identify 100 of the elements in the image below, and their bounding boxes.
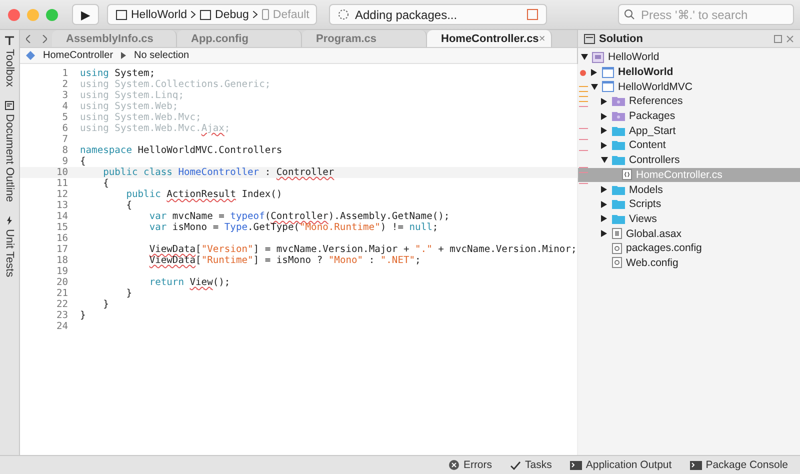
pad-button[interactable]: Errors xyxy=(449,459,492,471)
tree-item[interactable]: Packages xyxy=(578,108,800,124)
tree-item[interactable]: packages.config xyxy=(578,240,800,256)
code-line: { xyxy=(125,200,132,211)
code-line: var mvcName = typeof(Controller).Assembly.GetName(); xyxy=(148,211,450,222)
global-file-icon xyxy=(612,228,622,240)
line-number: 24 xyxy=(55,321,69,332)
pad-tab[interactable]: Unit Tests xyxy=(4,216,16,278)
code-line: using System; xyxy=(80,68,156,79)
tree-item[interactable]: Models xyxy=(578,182,800,197)
code-line: public ActionResult Index() xyxy=(125,189,282,200)
code-line: return View(); xyxy=(148,277,230,288)
tree-item[interactable]: Scripts xyxy=(578,196,800,212)
chevron-icon xyxy=(191,11,196,18)
code-line: { xyxy=(102,178,109,189)
folder-icon xyxy=(612,155,625,166)
tree-item[interactable]: Global.asax xyxy=(578,226,800,241)
class-icon xyxy=(26,51,35,60)
run-button[interactable]: ▶ xyxy=(72,4,99,25)
line-number: 8 xyxy=(61,145,69,156)
collapse-arrow-icon[interactable] xyxy=(590,84,598,90)
line-number: 15 xyxy=(55,222,69,233)
tree-item[interactable]: Controllers xyxy=(578,152,800,168)
folder-icon xyxy=(612,126,625,136)
code-line: { xyxy=(80,156,86,167)
line-number: 2 xyxy=(61,79,69,90)
tree-item[interactable]: Web.config xyxy=(578,256,800,270)
line-number: 14 xyxy=(55,211,69,222)
config-file-icon xyxy=(612,257,622,268)
pad-tab[interactable]: Toolbox xyxy=(4,36,16,87)
code-line: using System.Web.Mvc; xyxy=(80,112,202,123)
pad-button[interactable]: Application Output xyxy=(570,459,672,471)
configuration-selector[interactable]: HelloWorld Debug Default xyxy=(107,4,317,25)
window-icon xyxy=(116,10,127,20)
line-number: 20 xyxy=(55,277,69,288)
code-line: namespace HelloWorldMVC.Controllers xyxy=(80,145,282,156)
ruler-mark xyxy=(578,183,588,184)
dock-icon[interactable] xyxy=(774,34,782,42)
collapse-arrow-icon[interactable] xyxy=(600,157,608,164)
folder-icon xyxy=(612,184,625,195)
line-number: 23 xyxy=(55,310,69,321)
code-line: using System.Linq; xyxy=(80,90,184,101)
line-number: 1 xyxy=(61,68,69,79)
ruler-mark xyxy=(578,139,588,140)
tree-item[interactable]: Content xyxy=(578,138,800,153)
stop-icon[interactable] xyxy=(527,9,538,20)
line-number: 18 xyxy=(55,255,69,266)
collapse-arrow-icon[interactable] xyxy=(580,54,588,60)
line-number: 6 xyxy=(61,123,69,134)
line-number: 11 xyxy=(55,178,69,189)
project-icon xyxy=(602,66,614,78)
line-number: 16 xyxy=(55,233,69,244)
folder-icon xyxy=(612,96,625,106)
line-number: 21 xyxy=(55,288,69,299)
code-line: } xyxy=(80,310,86,321)
code-line: } xyxy=(125,288,132,299)
bolt-icon xyxy=(6,216,13,225)
terminal-icon xyxy=(570,460,582,470)
search-field[interactable]: Press '⌘.' to search xyxy=(618,4,794,25)
project-icon xyxy=(602,81,614,92)
line-number: 10 xyxy=(55,167,69,178)
folder-icon xyxy=(612,199,625,210)
line-number: 22 xyxy=(55,299,69,310)
line-number: 7 xyxy=(61,134,69,145)
file-tab[interactable]: HomeController.cs× xyxy=(427,30,552,47)
terminal-icon xyxy=(690,460,702,470)
panel-title: Solution xyxy=(599,32,643,44)
line-number: 19 xyxy=(55,266,69,277)
config-file-icon xyxy=(612,242,622,254)
line-number: 17 xyxy=(55,244,69,255)
tree-item[interactable]: HelloWorldMVC xyxy=(578,79,800,94)
expand-arrow-icon[interactable] xyxy=(590,68,598,76)
tree-item[interactable]: References xyxy=(578,94,800,109)
code-line: var isMono = Type.GetType("Mono.Runtime") != null; xyxy=(148,222,438,233)
solution-pad-icon xyxy=(584,34,595,44)
pad-button[interactable]: Tasks xyxy=(510,459,552,471)
pad-button[interactable]: Package Console xyxy=(690,459,788,471)
ruler-mark xyxy=(578,150,588,151)
line-number: 5 xyxy=(61,112,69,123)
tree-item[interactable]: App_Start xyxy=(578,123,800,138)
status-text: Adding packages... xyxy=(355,8,458,22)
pad-tab[interactable]: Document Outline xyxy=(4,100,16,202)
close-icon[interactable] xyxy=(786,34,794,42)
error-icon xyxy=(449,460,460,470)
tree-item[interactable]: Views xyxy=(578,212,800,226)
tree-item[interactable]: HelloWorld xyxy=(578,50,800,65)
chevron-icon xyxy=(252,11,258,18)
line-number: 3 xyxy=(61,90,69,101)
check-icon xyxy=(510,460,522,470)
code-line: public class HomeController : Controller xyxy=(102,167,334,178)
breadcrumb-member[interactable]: No selection xyxy=(134,50,190,61)
line-number: 12 xyxy=(55,189,69,200)
code-line: ViewData["Runtime"] = isMono ? "Mono" : ".NET"; xyxy=(148,255,421,266)
code-file-icon xyxy=(622,169,632,180)
breadcrumb-class[interactable]: HomeController xyxy=(43,50,114,61)
solution-icon xyxy=(592,52,604,63)
folder-icon xyxy=(612,140,625,150)
tree-item[interactable]: HelloWorld xyxy=(578,64,800,80)
phone-icon xyxy=(262,9,269,20)
line-number: 9 xyxy=(61,156,69,167)
